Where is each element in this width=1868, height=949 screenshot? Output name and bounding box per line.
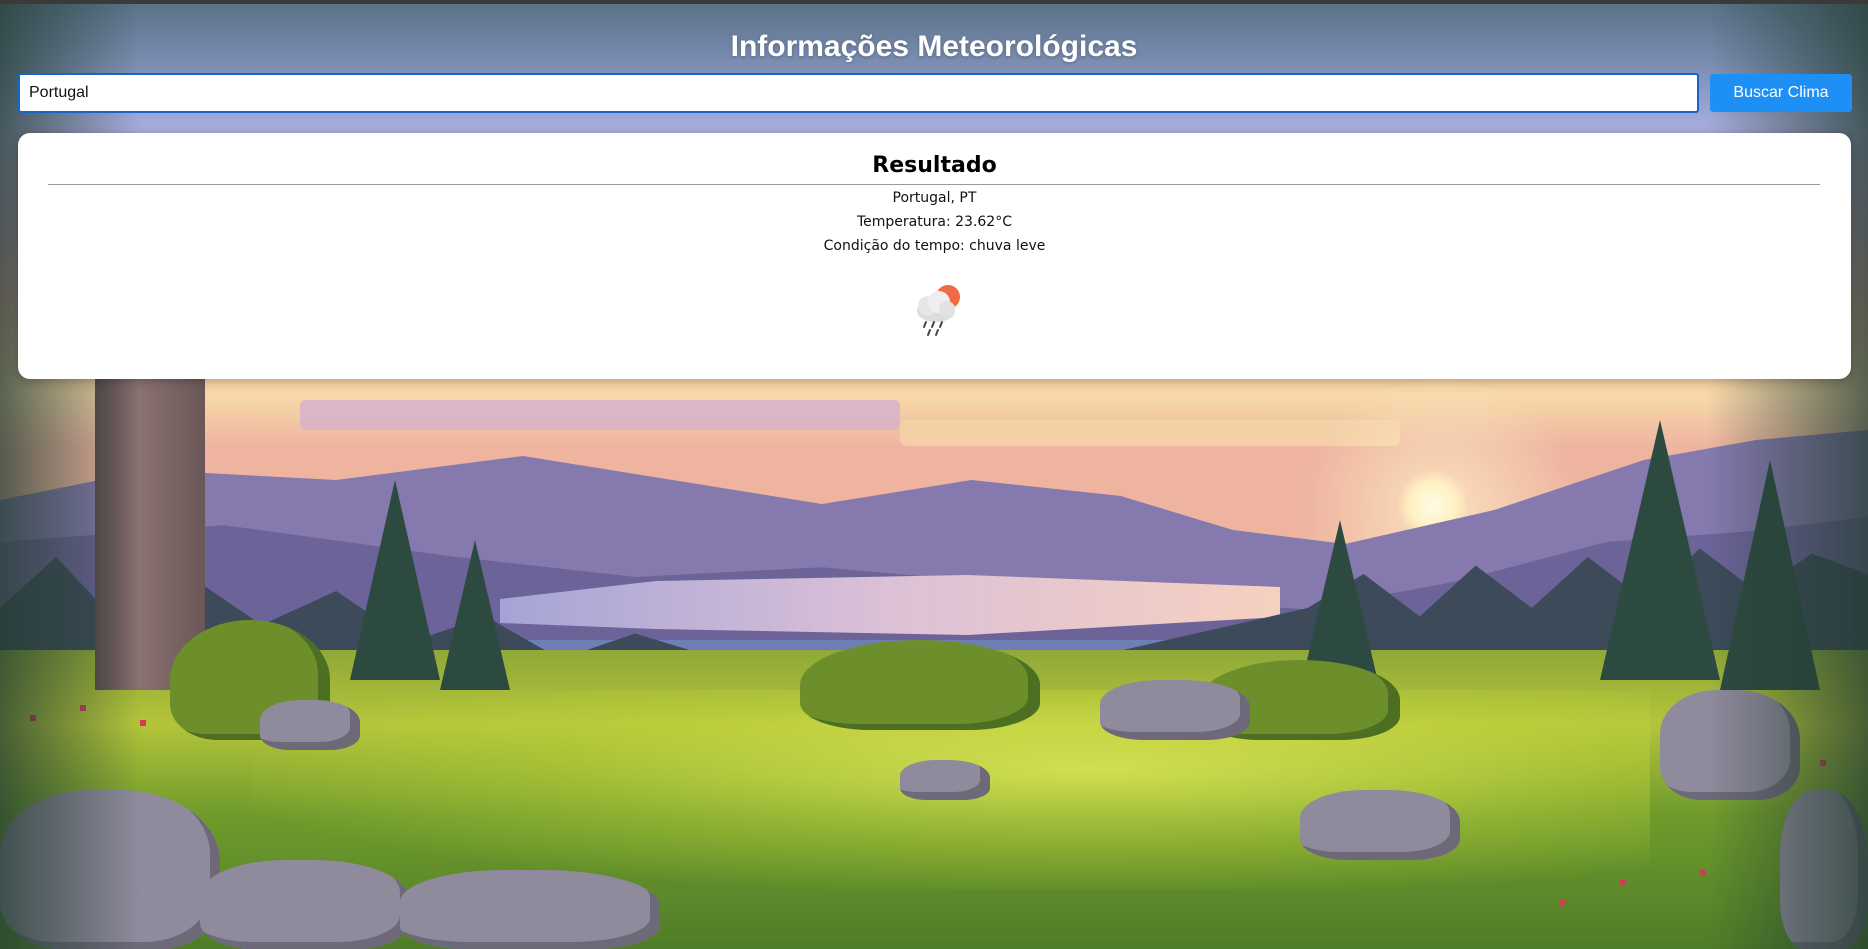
page-title: Informações Meteorológicas bbox=[730, 30, 1138, 63]
result-divider bbox=[48, 184, 1820, 185]
city-search-input[interactable] bbox=[18, 73, 1699, 113]
result-card: Resultado Portugal, PT Temperatura: 23.6… bbox=[18, 133, 1851, 379]
search-bar: Buscar Clima bbox=[18, 73, 1852, 113]
rain-cloud-sun-icon bbox=[917, 285, 960, 336]
result-title: Resultado bbox=[872, 153, 997, 178]
search-weather-button[interactable]: Buscar Clima bbox=[1710, 74, 1852, 112]
condition-text: Condição do tempo: chuva leve bbox=[823, 238, 1046, 254]
location-text: Portugal, PT bbox=[892, 190, 977, 206]
temperature-text: Temperatura: 23.62°C bbox=[857, 214, 1012, 230]
